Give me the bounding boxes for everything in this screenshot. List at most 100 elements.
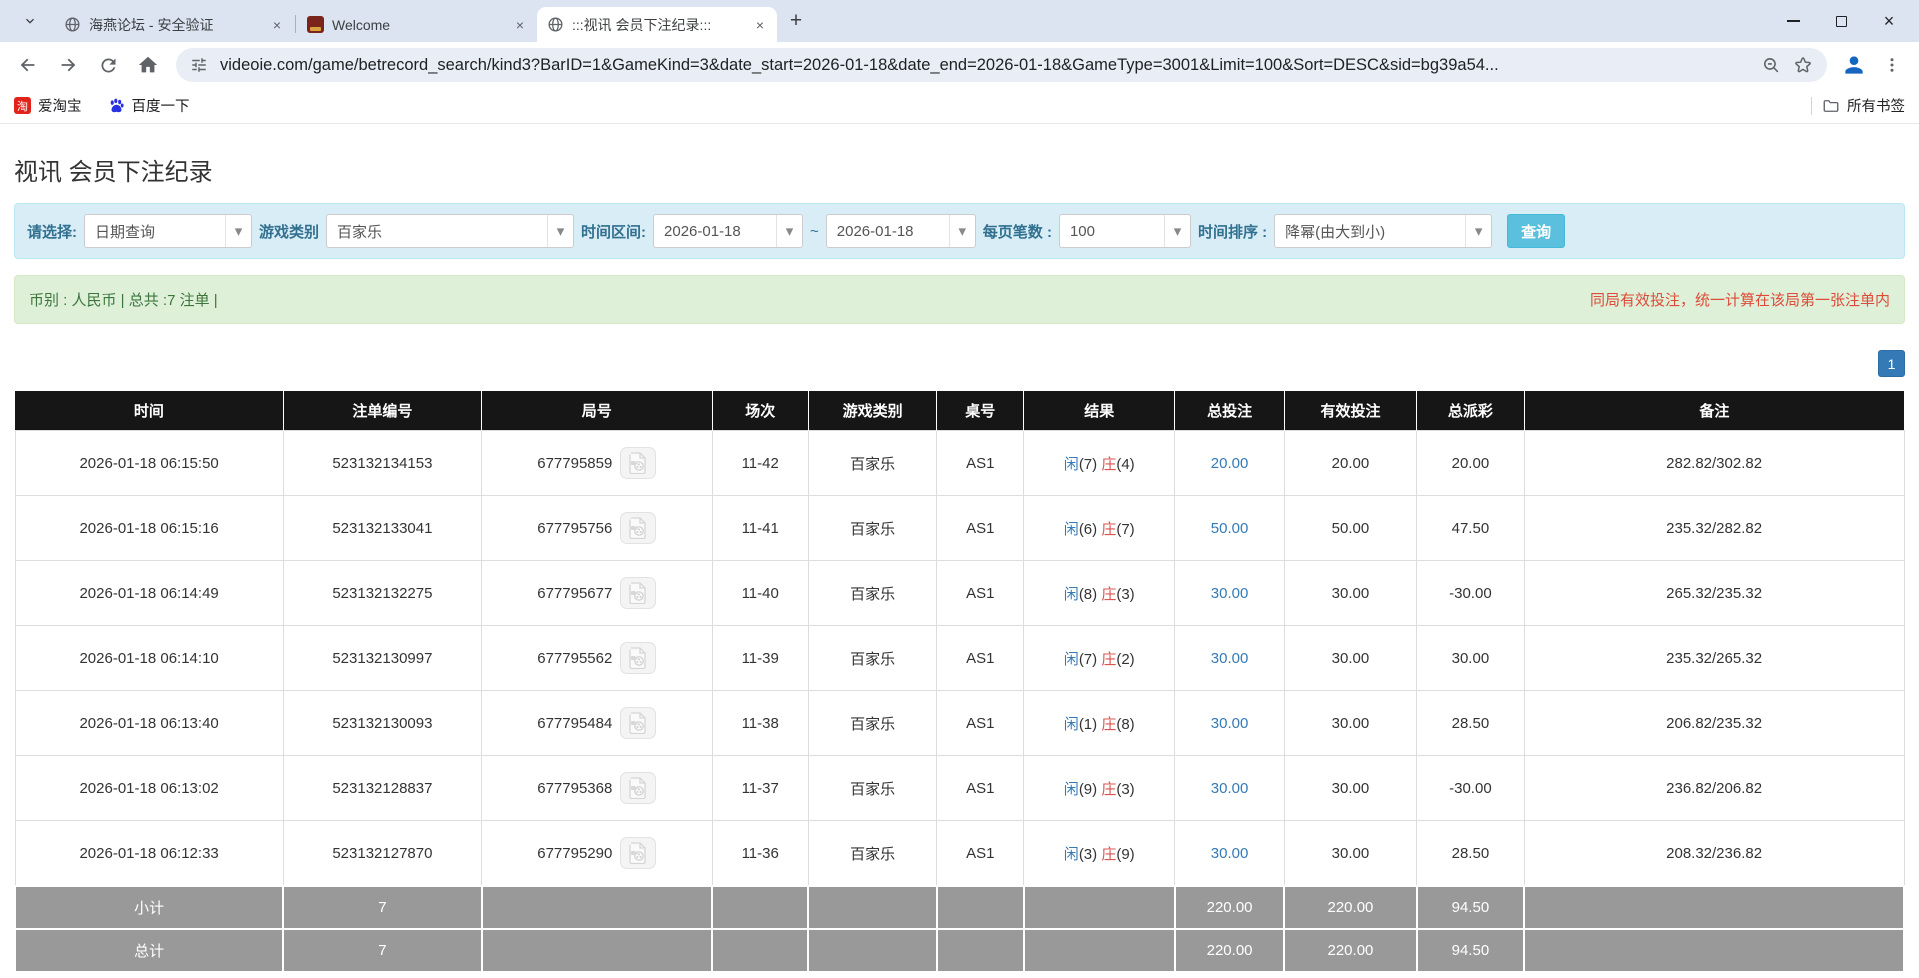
maximize-button[interactable] — [1817, 0, 1865, 42]
payout-cell: 28.50 — [1417, 821, 1525, 887]
bet-id-cell: 523132132275 — [283, 561, 481, 626]
query-type-value: 日期查询 — [85, 215, 225, 247]
note-cell: 206.82/235.32 — [1524, 691, 1904, 756]
site-favicon — [307, 16, 324, 33]
result-cell: 闲(9) 庄(3) — [1024, 756, 1175, 821]
tab-bet-records-active[interactable]: :::视讯 会员下注纪录::: × — [537, 7, 777, 42]
bet-id-cell: 523132127870 — [283, 821, 481, 887]
session-cell: 11-37 — [712, 756, 808, 821]
column-header: 桌号 — [937, 391, 1024, 431]
zoom-icon[interactable] — [1762, 56, 1781, 75]
minimize-button[interactable] — [1769, 0, 1817, 42]
all-bookmarks-button[interactable]: 所有书签 — [1822, 95, 1905, 116]
time-cell: 2026-01-18 06:12:33 — [15, 821, 283, 887]
round-cell: 677795368 — [482, 756, 712, 821]
home-button[interactable] — [130, 47, 166, 83]
url-text[interactable]: videoie.com/game/betrecord_search/kind3?… — [220, 56, 1750, 75]
video-replay-icon[interactable] — [620, 447, 656, 479]
total-bet-link[interactable]: 50.00 — [1211, 520, 1249, 537]
table-row: 2026-01-18 06:13:02523132128837677795368… — [15, 756, 1904, 821]
total-bet-link[interactable]: 30.00 — [1211, 585, 1249, 602]
game-type-value: 百家乐 — [327, 215, 547, 247]
video-replay-icon[interactable] — [620, 642, 656, 674]
game-type-cell: 百家乐 — [808, 626, 936, 691]
table-footer: 小计7220.00220.0094.50总计7220.00220.0094.50 — [15, 886, 1904, 972]
bookmark-baidu[interactable]: 百度一下 — [108, 95, 190, 116]
tab-close-icon[interactable]: × — [511, 16, 529, 34]
valid-bet-cell: 30.00 — [1284, 626, 1416, 691]
tab-welcome[interactable]: Welcome × — [297, 7, 537, 42]
summary-row: 总计7220.00220.0094.50 — [15, 929, 1904, 972]
page-size-select[interactable]: 100 ▾ — [1059, 214, 1191, 248]
video-replay-icon[interactable] — [620, 577, 656, 609]
select-label: 请选择: — [27, 221, 77, 242]
back-button[interactable] — [10, 47, 46, 83]
table-row: 2026-01-18 06:14:49523132132275677795677… — [15, 561, 1904, 626]
total-bet-cell: 50.00 — [1175, 496, 1285, 561]
round-cell: 677795484 — [482, 691, 712, 756]
summary-label-cell: 总计 — [15, 929, 283, 972]
chevron-down-icon: ▾ — [1164, 215, 1190, 247]
result-cell: 闲(7) 庄(4) — [1024, 431, 1175, 496]
session-cell: 11-42 — [712, 431, 808, 496]
total-bet-link[interactable]: 30.00 — [1211, 845, 1249, 862]
total-bet-link[interactable]: 30.00 — [1211, 780, 1249, 797]
game-type-cell: 百家乐 — [808, 821, 936, 887]
video-replay-icon[interactable] — [620, 512, 656, 544]
tab-forum[interactable]: 海燕论坛 - 安全验证 × — [54, 7, 294, 42]
empty-cell — [482, 929, 712, 972]
payout-cell: -30.00 — [1417, 561, 1525, 626]
banker-result: 庄(3) — [1101, 781, 1134, 798]
date-end-value: 2026-01-18 — [827, 215, 949, 247]
bookmark-taobao[interactable]: 淘 爱淘宝 — [14, 95, 82, 116]
bookmark-star-icon[interactable] — [1793, 55, 1813, 75]
sort-order-select[interactable]: 降幂(由大到小) ▾ — [1274, 214, 1492, 248]
url-bar[interactable]: videoie.com/game/betrecord_search/kind3?… — [176, 48, 1827, 82]
new-tab-button[interactable]: + — [781, 6, 811, 36]
tab-close-icon[interactable]: × — [751, 16, 769, 34]
result-cell: 闲(8) 庄(3) — [1024, 561, 1175, 626]
player-result: 闲(6) — [1064, 521, 1097, 538]
session-cell: 11-38 — [712, 691, 808, 756]
payout-cell: 30.00 — [1417, 626, 1525, 691]
video-replay-icon[interactable] — [620, 837, 656, 869]
maximize-icon — [1836, 16, 1847, 27]
game-type-label: 游戏类别 — [259, 221, 319, 242]
site-settings-icon[interactable] — [190, 56, 208, 74]
banker-result: 庄(3) — [1101, 586, 1134, 603]
date-start-select[interactable]: 2026-01-18 ▾ — [653, 214, 803, 248]
column-header: 游戏类别 — [808, 391, 936, 431]
round-number: 677795368 — [537, 780, 612, 797]
note-cell: 208.32/236.82 — [1524, 821, 1904, 887]
query-type-select[interactable]: 日期查询 ▾ — [84, 214, 252, 248]
video-replay-icon[interactable] — [620, 707, 656, 739]
page-1-button[interactable]: 1 — [1878, 350, 1905, 377]
close-button[interactable]: × — [1865, 0, 1913, 42]
baidu-paw-icon — [108, 97, 125, 114]
refresh-icon — [98, 55, 119, 76]
forward-button[interactable] — [50, 47, 86, 83]
sort-order-value: 降幂(由大到小) — [1275, 215, 1465, 247]
player-result: 闲(1) — [1064, 716, 1097, 733]
empty-cell — [1524, 886, 1904, 929]
video-replay-icon[interactable] — [620, 772, 656, 804]
total-bet-link[interactable]: 30.00 — [1211, 715, 1249, 732]
payout-cell: 47.50 — [1417, 496, 1525, 561]
tab-search-button[interactable] — [12, 7, 48, 35]
column-header: 时间 — [15, 391, 283, 431]
round-cell: 677795290 — [482, 821, 712, 887]
search-button[interactable]: 查询 — [1507, 214, 1565, 248]
globe-icon — [64, 16, 81, 33]
game-type-select[interactable]: 百家乐 ▾ — [326, 214, 574, 248]
note-cell: 235.32/282.82 — [1524, 496, 1904, 561]
total-bet-link[interactable]: 30.00 — [1211, 650, 1249, 667]
empty-cell — [808, 929, 936, 972]
refresh-button[interactable] — [90, 47, 126, 83]
total-bet-link[interactable]: 20.00 — [1211, 455, 1249, 472]
browser-menu-button[interactable] — [1875, 48, 1909, 82]
taobao-icon: 淘 — [14, 97, 31, 114]
profile-avatar[interactable] — [1837, 48, 1871, 82]
date-end-select[interactable]: 2026-01-18 ▾ — [826, 214, 976, 248]
table-number-cell: AS1 — [937, 431, 1024, 496]
tab-close-icon[interactable]: × — [268, 16, 286, 34]
